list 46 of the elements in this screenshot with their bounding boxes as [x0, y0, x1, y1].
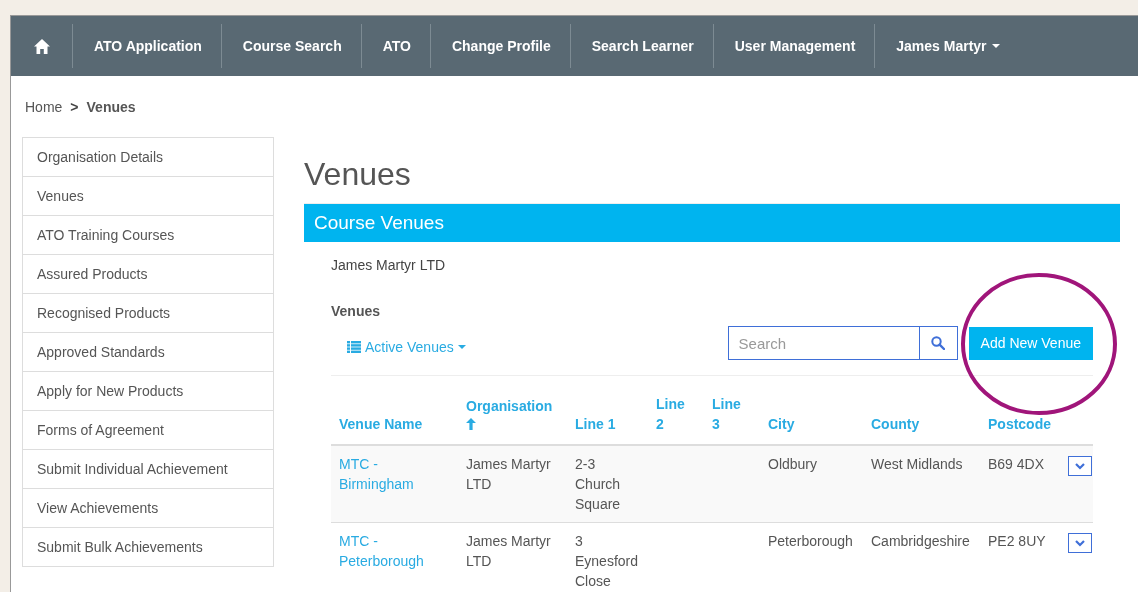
search-field[interactable]: Search [727, 326, 920, 360]
table-cell: James Martyr LTD [466, 456, 551, 492]
home-icon [33, 38, 50, 54]
sidebar-item[interactable]: Apply for New Products [22, 371, 274, 411]
sidebar-item[interactable]: Organisation Details [22, 137, 274, 177]
chevron-down-icon [1075, 539, 1085, 547]
nav-link[interactable]: James Martyr [875, 24, 1019, 68]
caret-icon [991, 44, 1000, 48]
table-cell: PE2 8UY [988, 533, 1046, 549]
table-cell: West Midlands [871, 456, 963, 472]
sidebar-item[interactable]: Assured Products [22, 254, 274, 294]
nav-link[interactable]: Change Profile [430, 24, 571, 68]
chevron-down-icon [1075, 462, 1085, 470]
nav-link[interactable]: ATO [361, 24, 431, 68]
breadcrumb-separator: > [70, 99, 79, 117]
table-cell: Oldbury [768, 456, 818, 472]
nav-link[interactable]: ATO Application [73, 24, 222, 68]
sidebar-item[interactable]: Recognised Products [22, 293, 274, 333]
sidebar-item[interactable]: ATO Training Courses [22, 215, 274, 255]
search-button[interactable] [919, 326, 958, 360]
caret-icon [457, 345, 466, 349]
section-label: Venues [331, 303, 382, 319]
table-cell: 2-3 Church Square [575, 456, 621, 512]
row-menu-button[interactable] [1068, 533, 1092, 553]
nav-link[interactable]: Search Learner [570, 24, 714, 68]
list-icon [347, 341, 361, 353]
table-cell: B69 4DX [988, 456, 1045, 472]
breadcrumb-current: Venues [86, 99, 136, 117]
organisation-name: James Martyr LTD [331, 257, 447, 273]
search-icon [931, 336, 946, 350]
breadcrumb-link[interactable]: Home [25, 99, 63, 121]
sidebar-item[interactable]: Venues [22, 176, 274, 216]
panel-title: Course Venues [314, 212, 444, 234]
nav-link[interactable]: User Management [713, 24, 876, 68]
table-cell: James Martyr LTD [466, 533, 551, 569]
sidebar-item[interactable]: Approved Standards [22, 332, 274, 372]
row-menu-button[interactable] [1068, 456, 1092, 476]
table-cell: Cambridgeshire [871, 533, 970, 549]
sidebar-item[interactable]: Submit Bulk Achievements [22, 527, 274, 567]
sidebar-item[interactable]: View Achievements [22, 488, 274, 528]
nav-link[interactable]: Course Search [221, 24, 362, 68]
table-cell: Peterborough [768, 533, 853, 549]
sidebar-item[interactable]: Forms of Agreement [22, 410, 274, 450]
table-cell: 3 Eynesford Close [575, 533, 639, 589]
sidebar-item[interactable]: Submit Individual Achievement [22, 449, 274, 489]
sort-arrow-icon [466, 418, 476, 430]
